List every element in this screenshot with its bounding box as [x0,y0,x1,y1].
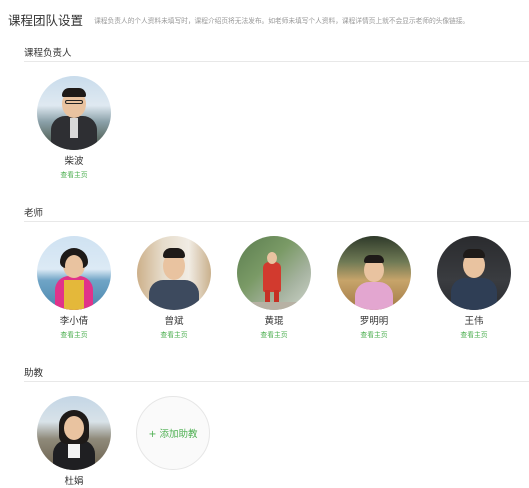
avatar-teacher[interactable] [37,236,111,310]
divider [24,61,529,62]
view-homepage-link[interactable]: 查看主页 [35,171,113,180]
member-name: 李小倩 [59,316,89,327]
avatar-teacher[interactable] [137,236,211,310]
view-homepage-link[interactable]: 查看主页 [335,331,413,340]
avatar-leader[interactable] [37,76,111,150]
divider [24,221,529,222]
section-title-leader: 课程负责人 [24,48,72,59]
member-name: 黄琨 [264,316,284,327]
member-name: 王伟 [464,316,484,327]
view-homepage-link[interactable]: 查看主页 [35,331,113,340]
member-card-assistant: 杜娟 [35,396,113,488]
section-title-assistants: 助教 [24,368,44,379]
member-card-teacher: 曾斌 查看主页 [135,236,213,340]
add-assistant-label: + 添加助教 [148,429,198,440]
divider [24,381,529,382]
avatar-assistant[interactable] [37,396,111,470]
avatar-teacher[interactable] [437,236,511,310]
avatar-teacher[interactable] [237,236,311,310]
view-homepage-link[interactable]: 查看主页 [435,331,513,340]
member-card-teacher: 罗明明 查看主页 [335,236,413,340]
member-card-teacher: 李小倩 查看主页 [35,236,113,340]
view-homepage-link[interactable]: 查看主页 [235,331,313,340]
member-name: 曾斌 [164,316,184,327]
member-name: 杜娟 [64,476,84,487]
add-assistant-button[interactable]: + 添加助教 [136,396,210,470]
member-name: 柴波 [64,156,84,167]
member-card-leader: 柴波 查看主页 [35,76,113,180]
page-hint: 课程负责人的个人资料未填写时，课程介绍页将无法发布。如老师未填写个人资料，课程详… [94,16,470,25]
view-homepage-link[interactable]: 查看主页 [135,331,213,340]
page-title: 课程团队设置 [8,13,84,28]
section-title-teachers: 老师 [24,208,44,219]
member-card-teacher: 黄琨 查看主页 [235,236,313,340]
page-header: 课程团队设置 课程负责人的个人资料未填写时，课程介绍页将无法发布。如老师未填写个… [8,9,523,29]
member-card-teacher: 王伟 查看主页 [435,236,513,340]
avatar-teacher[interactable] [337,236,411,310]
member-name: 罗明明 [359,316,389,327]
